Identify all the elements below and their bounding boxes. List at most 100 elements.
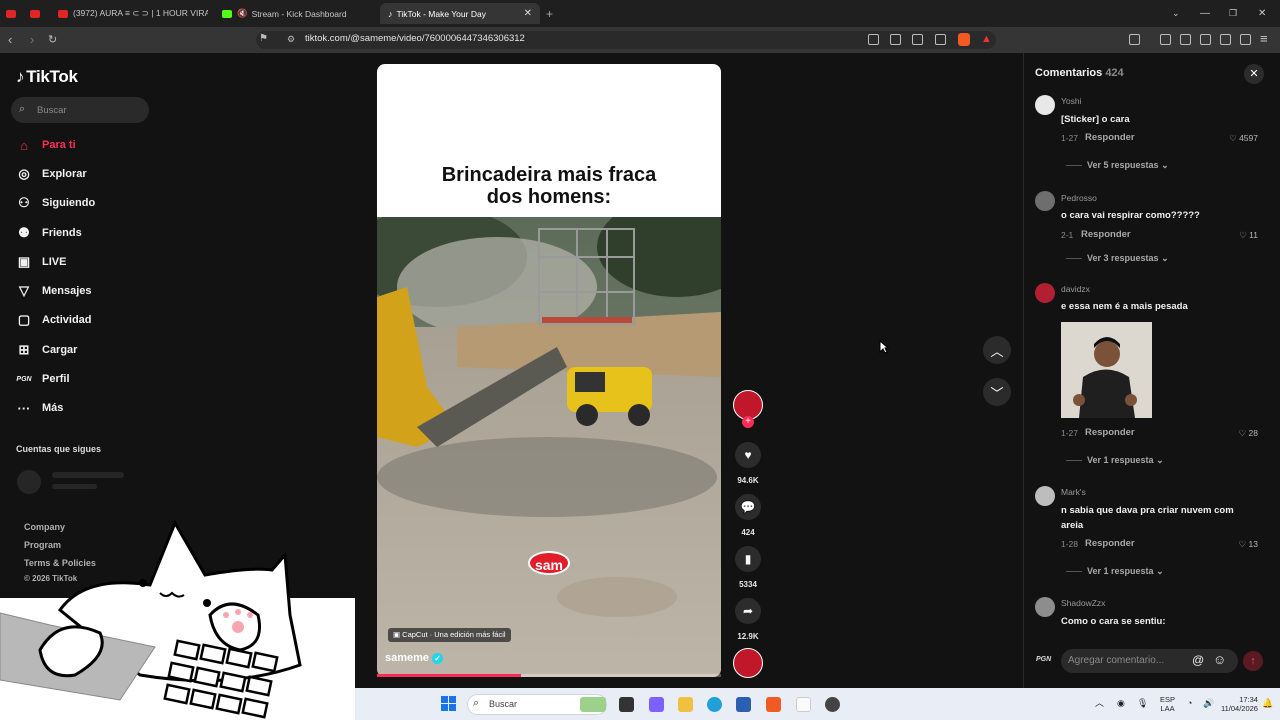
translate-icon[interactable] [890,34,901,45]
follow-plus-icon[interactable]: + [742,416,754,428]
network-icon[interactable]: ◔ [1187,699,1192,708]
widget-icon[interactable] [580,697,606,712]
nav-perfil[interactable]: PGN Perfil [16,370,69,388]
nav-live[interactable]: ▣ LIVE [16,253,67,271]
comment-avatar[interactable] [1035,283,1055,303]
store-icon[interactable] [736,697,751,712]
back-icon[interactable]: ‹ [8,32,12,47]
reader-icon[interactable] [1180,34,1191,45]
reply-button[interactable]: Responder [1085,132,1135,143]
bookmark-icon[interactable]: ⚑ [259,33,268,44]
close-comments-button[interactable]: ✕ [1244,64,1264,84]
previous-video-button[interactable]: ︿ [983,336,1011,364]
close-tab-icon[interactable]: ✕ [524,8,532,19]
notepad-icon[interactable] [796,697,811,712]
emoji-icon[interactable]: ☺ [1213,652,1226,667]
my-avatar[interactable]: PGN [1036,656,1051,663]
comment-text: e essa nem é a mais pesada [1061,301,1188,312]
comment-button[interactable]: 💬 [735,494,761,520]
menu-icon[interactable]: ≡ [1260,31,1268,46]
view-replies-button[interactable]: Ver 1 respuesta ⌄ [1066,455,1164,466]
brave-shield-icon[interactable] [958,33,970,46]
nav-actividad[interactable]: ▢ Actividad [16,311,92,329]
save-button[interactable]: ▮ [735,546,761,572]
comment-user[interactable]: Mark's [1061,487,1086,497]
nav-mensajes[interactable]: ▽ Mensajes [16,282,92,300]
share-button[interactable]: ➦ [735,598,761,624]
language-indicator[interactable]: ESP LAA [1160,695,1175,713]
tray-mic-icon[interactable]: 🎙 [1137,699,1148,708]
ai-icon[interactable] [1220,34,1231,45]
like-button[interactable]: ♥ [735,442,761,468]
reply-button[interactable]: Responder [1081,229,1131,240]
video-player[interactable]: Brincadeira mais fraca dos homens: [377,64,721,677]
capcut-badge[interactable]: ▣ CapCut · Una edición más fácil [388,628,511,642]
task-view-icon[interactable] [619,697,634,712]
music-disc-avatar[interactable] [733,648,763,678]
comment-like-button[interactable]: ♡ 4597 [1229,133,1258,144]
nav-cargar[interactable]: ⊞ Cargar [16,341,78,359]
comment-user[interactable]: davidzx [1061,284,1090,294]
comment-like-button[interactable]: ♡ 13 [1239,539,1258,550]
clock[interactable]: 17:34 11/04/2026 [1221,695,1258,713]
comment-avatar[interactable] [1035,597,1055,617]
nav-para-ti[interactable]: ⌂ Para ti [16,136,76,154]
comment-avatar[interactable] [1035,486,1055,506]
cast-icon[interactable] [912,34,923,45]
video-author[interactable]: sameme ✓ [385,652,444,664]
minimize-button[interactable]: — [1200,3,1210,24]
nav-siguiendo[interactable]: ⚇ Siguiendo [16,194,95,212]
edge-icon[interactable] [707,697,722,712]
wallet-icon[interactable] [1200,34,1211,45]
forward-icon[interactable]: › [30,32,34,47]
tab-tiktok[interactable]: ♪ TikTok - Make Your Day ✕ [380,3,540,24]
brave-rewards-icon[interactable]: ▲ [981,33,992,45]
send-comment-button[interactable]: ↑ [1243,651,1263,671]
comment-avatar[interactable] [1035,191,1055,211]
reply-button[interactable]: Responder [1085,538,1135,549]
comment-user[interactable]: Yoshi [1061,96,1081,106]
tray-chevron-icon[interactable]: ︿ [1095,699,1104,708]
music-icon[interactable] [1160,34,1171,45]
sidebar-toggle-icon[interactable] [1129,34,1140,45]
extension-icon[interactable] [868,34,879,45]
notifications-icon[interactable]: 🔔 [1262,699,1273,708]
site-info-icon[interactable]: ⚙ [287,34,295,45]
tab-list-icon[interactable]: ⌄ [1172,3,1180,24]
file-explorer-icon[interactable] [678,697,693,712]
reply-button[interactable]: Responder [1085,427,1135,438]
search-input[interactable] [11,97,149,123]
view-replies-button[interactable]: Ver 5 respuestas ⌄ [1066,160,1169,171]
tab-youtube-aura[interactable]: (3972) AURA ≡ ⊂ ⊃ | 1 HOUR VIRAL A [58,3,208,24]
reload-icon[interactable]: ↻ [48,33,57,46]
brave-icon[interactable] [766,697,781,712]
comment-image[interactable] [1061,322,1152,418]
comment-like-button[interactable]: ♡ 11 [1239,230,1258,241]
share-icon[interactable] [935,34,946,45]
view-replies-button[interactable]: Ver 1 respuesta ⌄ [1066,566,1164,577]
nav-mas[interactable]: ··· Más [16,399,64,417]
tab-youtube-1[interactable] [6,3,24,24]
new-tab-button[interactable]: + [546,3,553,24]
comment-avatar[interactable] [1035,95,1055,115]
tab-youtube-2[interactable] [30,3,48,24]
mention-icon[interactable]: @ [1192,653,1204,667]
nav-friends[interactable]: ⚉ Friends [16,224,82,242]
tab-kick[interactable]: 🔇 Stream - Kick Dashboard [222,3,372,24]
obs-icon[interactable] [825,697,840,712]
tray-app-icon[interactable]: ◉ [1117,699,1125,708]
video-progress-bar[interactable] [377,674,721,677]
tiktok-logo[interactable]: ♪ TikTok [16,67,78,87]
next-video-button[interactable]: ﹀ [983,378,1011,406]
comment-user[interactable]: Pedrosso [1061,193,1097,203]
maximize-button[interactable]: ❐ [1229,3,1237,24]
comment-user[interactable]: ShadowZzx [1061,598,1105,608]
view-replies-button[interactable]: Ver 3 respuestas ⌄ [1066,253,1169,264]
volume-icon[interactable]: 🔊 [1203,699,1214,708]
nav-explorar[interactable]: ◎ Explorar [16,165,86,183]
close-window-button[interactable]: ✕ [1258,3,1266,24]
copilot-icon[interactable] [649,697,664,712]
comment-like-button[interactable]: ♡ 28 [1239,428,1258,439]
vpn-icon[interactable] [1240,34,1251,45]
windows-start-icon[interactable] [441,696,456,711]
